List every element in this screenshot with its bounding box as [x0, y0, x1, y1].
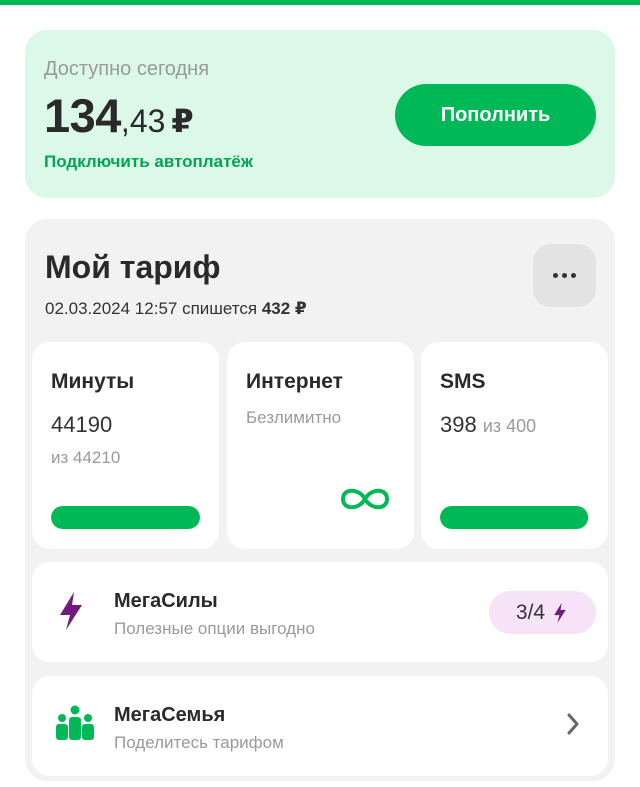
family-icon: [56, 705, 94, 740]
minutes-progress-bar: [51, 506, 200, 529]
minutes-title: Минуты: [51, 370, 135, 393]
lightning-small-icon: [554, 602, 566, 623]
infinity-icon: [340, 488, 390, 510]
balance-amount-integer: 134: [44, 89, 121, 142]
megasily-badge: 3/4: [489, 591, 596, 634]
sms-progress-fill: [440, 506, 589, 529]
minutes-value: 44190: [51, 412, 113, 437]
balance-currency: ₽: [171, 103, 194, 139]
balance-amount-fraction: ,43: [120, 103, 166, 139]
megasily-title: МегаСилы: [114, 590, 218, 612]
minutes-tile[interactable]: Минуты 44190 из 44210: [32, 342, 219, 549]
megasemya-card[interactable]: МегаСемья Поделитесь тарифом: [32, 676, 608, 776]
internet-tile[interactable]: Интернет Безлимитно: [227, 342, 414, 549]
minutes-total: из 44210: [51, 448, 121, 467]
balance-label: Доступно сегодня: [44, 58, 210, 80]
tariff-charge-text: 02.03.2024 12:57 спишется: [45, 299, 258, 318]
megasily-subtitle: Полезные опции выгодно: [114, 619, 315, 638]
tariff-more-button[interactable]: [533, 244, 596, 307]
sms-total: из 400: [482, 416, 537, 436]
tariff-title: Мой тариф: [45, 249, 221, 285]
balance-amount: 134,43 ₽: [44, 88, 194, 143]
lightning-icon: [60, 592, 82, 630]
sms-progress-bar: [440, 506, 589, 529]
chevron-right-icon: [567, 713, 579, 735]
top-accent-bar: [0, 0, 640, 5]
megasily-badge-count: 3/4: [515, 600, 546, 624]
balance-card: Доступно сегодня 134,43 ₽ Подключить авто…: [25, 30, 615, 198]
minutes-progress-fill: [51, 506, 200, 529]
megasily-card[interactable]: МегаСилы Полезные опции выгодно 3/4: [32, 562, 608, 662]
tariff-panel: Мой тариф 02.03.2024 12:57 спишется 432 …: [25, 219, 615, 781]
megasemya-subtitle: Поделитесь тарифом: [114, 733, 284, 752]
sms-value-line: 398 из 400: [440, 412, 536, 438]
sms-tile[interactable]: SMS 398 из 400: [421, 342, 608, 549]
megasemya-title: МегаСемья: [114, 704, 226, 726]
topup-button[interactable]: Пополнить: [395, 84, 596, 146]
internet-title: Интернет: [246, 370, 343, 393]
internet-note: Безлимитно: [246, 408, 342, 427]
tariff-charge-info: 02.03.2024 12:57 спишется 432 ₽: [45, 299, 307, 319]
sms-value: 398: [440, 412, 477, 437]
autopay-link[interactable]: Подключить автоплатёж: [44, 152, 253, 172]
sms-title: SMS: [440, 370, 486, 393]
more-horizontal-icon: [553, 273, 576, 278]
tariff-charge-amount: 432 ₽: [261, 299, 307, 318]
